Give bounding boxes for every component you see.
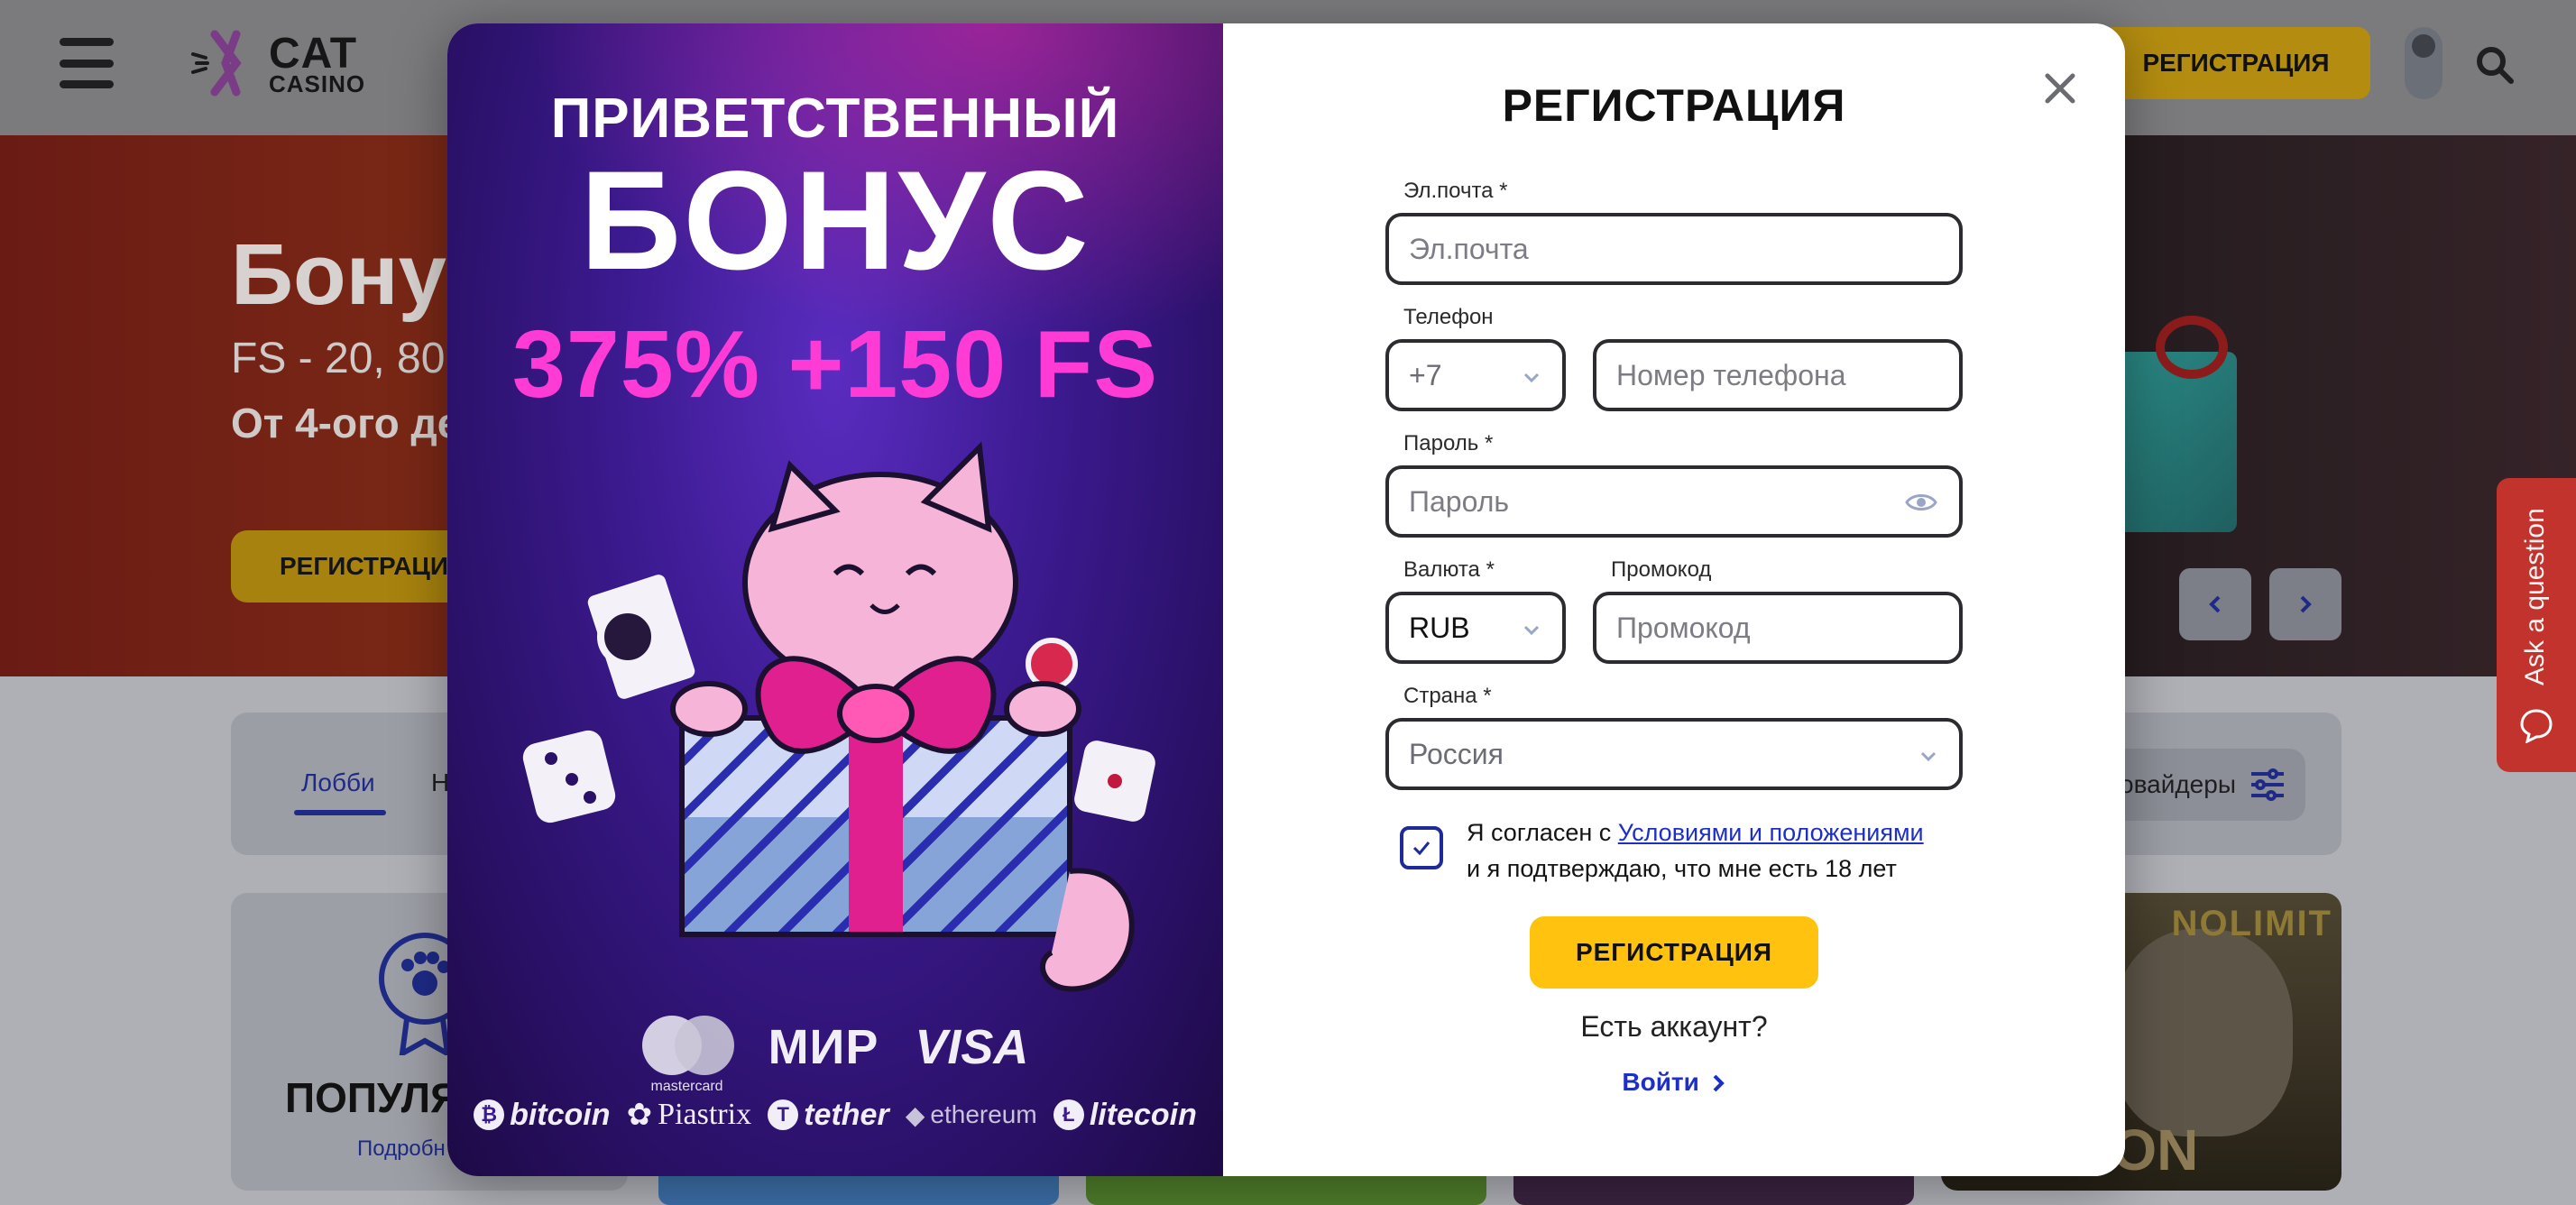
chevron-down-icon bbox=[1920, 751, 1937, 762]
promo-label: Промокод bbox=[1611, 557, 1712, 582]
chevron-left-icon bbox=[2209, 595, 2221, 613]
mastercard-logo: mastercard bbox=[641, 1016, 734, 1094]
registration-modal: ПРИВЕТСТВЕННЫЙ БОНУС 375% +150 FS master… bbox=[447, 23, 2125, 1176]
mastercard-label: mastercard bbox=[650, 1079, 723, 1094]
password-label: Пароль * bbox=[1403, 431, 1494, 455]
cat-logo-icon bbox=[191, 30, 242, 97]
ethereum-logo: ◆ ethereum bbox=[906, 1100, 1037, 1130]
age-confirm-text: и я подтверждаю, что мне есть 18 лет bbox=[1467, 855, 1897, 882]
hero-subtitle: FS - 20, 80, bbox=[231, 335, 457, 382]
chevron-down-icon bbox=[1523, 625, 1540, 636]
eye-icon[interactable] bbox=[1905, 489, 1937, 516]
chevron-right-icon bbox=[1713, 1074, 1725, 1092]
filter-sliders-icon bbox=[2251, 768, 2284, 801]
login-link[interactable]: Войти bbox=[1223, 1068, 2125, 1097]
bitcoin-icon: ₿ bbox=[474, 1099, 505, 1130]
phone-label: Телефон bbox=[1403, 305, 1494, 329]
bitcoin-label: bitcoin bbox=[510, 1097, 611, 1132]
logo-text-casino: CASINO bbox=[269, 70, 366, 97]
promo-code-field[interactable]: Промокод bbox=[1593, 592, 1963, 664]
country-select[interactable]: Россия bbox=[1385, 718, 1963, 790]
menu-icon[interactable] bbox=[60, 38, 114, 88]
header-register-button[interactable]: РЕГИСТРАЦИЯ bbox=[2102, 27, 2370, 99]
slider-next-button[interactable] bbox=[2269, 568, 2341, 640]
registration-form: РЕГИСТРАЦИЯ Эл.почта * Эл.почта Телефон … bbox=[1223, 23, 2125, 1176]
hero-title: Бону bbox=[231, 226, 447, 323]
ask-question-tab[interactable]: Ask a question bbox=[2497, 478, 2576, 772]
promo-placeholder: Промокод bbox=[1616, 611, 1751, 644]
theme-toggle[interactable] bbox=[2405, 27, 2443, 99]
terms-checkbox[interactable] bbox=[1400, 826, 1443, 869]
search-icon[interactable] bbox=[2475, 45, 2515, 85]
provider-logo: NOLIMIT bbox=[2171, 904, 2332, 943]
phone-code-select[interactable]: +7 bbox=[1385, 339, 1566, 411]
popular-title: ПОПУЛЯ bbox=[285, 1074, 461, 1121]
litecoin-icon: Ł bbox=[1053, 1099, 1084, 1130]
popular-more-link[interactable]: Подробн bbox=[357, 1136, 446, 1162]
game-thumbnail bbox=[2112, 929, 2293, 1136]
bonus-word: БОНУС bbox=[580, 143, 1090, 299]
game-card[interactable] bbox=[1086, 1173, 1486, 1205]
payment-methods-cards: mastercard МИР VISA bbox=[447, 1016, 1223, 1094]
tether-icon: T bbox=[768, 1099, 799, 1130]
visa-logo: VISA bbox=[915, 1020, 1029, 1074]
ask-question-label: Ask a question bbox=[2520, 508, 2550, 685]
payment-methods-crypto: ₿ bitcoin ✿ Piastrix Ttether ◆ ethereum Łli… bbox=[447, 1097, 1223, 1133]
active-tab-indicator bbox=[294, 810, 386, 815]
email-label: Эл.почта * bbox=[1403, 179, 1508, 203]
bonus-amount: 375% +150 FS bbox=[511, 311, 1159, 418]
hero-subtitle-2: От 4-ого де bbox=[231, 400, 461, 446]
tether-label: tether bbox=[804, 1097, 889, 1132]
game-card[interactable] bbox=[1513, 1173, 1914, 1205]
ethereum-icon: ◆ bbox=[905, 1100, 925, 1129]
terms-text: Я согласен с Условиями и положениями bbox=[1467, 819, 1924, 847]
piastrix-label: Piastrix bbox=[658, 1098, 752, 1131]
logo[interactable]: CAT CASINO bbox=[189, 27, 379, 99]
phone-number-field[interactable]: Номер телефона bbox=[1593, 339, 1963, 411]
welcome-bonus-banner: ПРИВЕТСТВЕННЫЙ БОНУС 375% +150 FS master… bbox=[447, 23, 1223, 1176]
piastrix-icon: ✿ bbox=[626, 1099, 653, 1132]
cat-gift-illustration bbox=[522, 441, 1155, 992]
phone-code-value: +7 bbox=[1409, 358, 1442, 391]
password-placeholder: Пароль bbox=[1409, 484, 1510, 518]
login-label: Войти bbox=[1622, 1068, 1699, 1096]
terms-link[interactable]: Условиями и положениями bbox=[1618, 819, 1924, 846]
currency-value: RUB bbox=[1409, 611, 1470, 644]
chat-bubble-icon bbox=[2520, 709, 2553, 743]
litecoin-label: litecoin bbox=[1089, 1097, 1197, 1132]
email-placeholder: Эл.почта bbox=[1409, 232, 1529, 265]
phone-placeholder: Номер телефона bbox=[1616, 358, 1846, 391]
game-card[interactable] bbox=[658, 1173, 1059, 1205]
tether-logo: Ttether bbox=[768, 1097, 889, 1133]
piastrix-logo: ✿ Piastrix bbox=[627, 1097, 751, 1133]
litecoin-logo: Łlitecoin bbox=[1053, 1098, 1197, 1133]
check-icon bbox=[1412, 842, 1431, 856]
mir-logo: МИР bbox=[768, 1020, 879, 1074]
bitcoin-logo: ₿ bitcoin bbox=[474, 1097, 611, 1133]
chevron-right-icon bbox=[2300, 595, 2312, 613]
register-submit-button[interactable]: РЕГИСТРАЦИЯ bbox=[1530, 916, 1818, 989]
country-label: Страна * bbox=[1403, 684, 1492, 708]
form-title: РЕГИСТРАЦИЯ bbox=[1502, 80, 1846, 131]
currency-label: Валюта * bbox=[1403, 557, 1495, 582]
ethereum-label: ethereum bbox=[930, 1100, 1037, 1128]
chevron-down-icon bbox=[1523, 373, 1540, 383]
password-field[interactable]: Пароль bbox=[1385, 465, 1963, 538]
email-field[interactable]: Эл.почта bbox=[1385, 213, 1963, 285]
terms-prefix: Я согласен с bbox=[1467, 819, 1618, 846]
providers-label: овайдеры bbox=[2120, 770, 2236, 798]
tab-lobby[interactable]: Лобби bbox=[301, 768, 375, 797]
have-account-text: Есть аккаунт? bbox=[1580, 1010, 1768, 1043]
country-value: Россия bbox=[1409, 737, 1504, 770]
currency-select[interactable]: RUB bbox=[1385, 592, 1566, 664]
slider-prev-button[interactable] bbox=[2179, 568, 2251, 640]
